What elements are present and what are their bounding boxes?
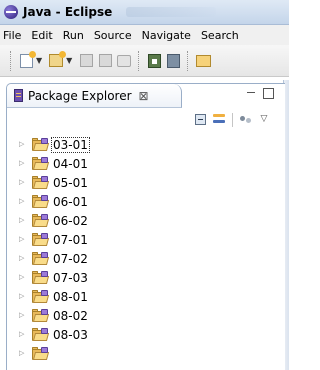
project-folder-icon xyxy=(32,233,50,247)
view-menu-icon: ▽ xyxy=(260,114,268,124)
project-folder-icon xyxy=(32,157,50,171)
menu-file[interactable]: File xyxy=(0,29,26,42)
new-package-dropdown-icon[interactable]: ▼ xyxy=(66,56,72,65)
project-folder-icon xyxy=(32,271,50,285)
save-all-icon xyxy=(98,54,112,67)
expand-icon[interactable]: ▷ xyxy=(19,349,27,357)
project-folder-icon xyxy=(32,252,50,266)
new-package-button[interactable] xyxy=(47,51,67,70)
new-button[interactable] xyxy=(17,50,36,70)
toolbar-grip-2[interactable] xyxy=(138,50,141,71)
title-bar: Java - Eclipse xyxy=(0,0,289,25)
tab-label: Package Explorer xyxy=(28,88,132,103)
tree-item-label: 05-01 xyxy=(53,176,88,190)
close-icon[interactable]: ⊠ xyxy=(139,90,149,102)
maximize-button[interactable] xyxy=(263,88,274,99)
tree-item-label: 08-02 xyxy=(53,309,88,323)
tree-item-label: 08-01 xyxy=(53,290,88,304)
link-icon xyxy=(212,113,226,125)
download-icon xyxy=(147,53,161,68)
new-package-icon xyxy=(49,51,67,67)
tree-item-label: 08-03 xyxy=(53,328,88,342)
print-icon xyxy=(117,54,132,67)
project-folder-icon xyxy=(32,347,50,361)
print-button[interactable] xyxy=(115,52,133,70)
main-toolbar: ▼ ▼ xyxy=(0,45,289,77)
open-folder-button[interactable] xyxy=(194,52,212,70)
menu-bar: File Edit Run Source Navigate Search xyxy=(0,25,289,45)
link-with-editor-button[interactable] xyxy=(212,112,226,126)
server-button[interactable] xyxy=(164,52,182,70)
expand-icon[interactable]: ▷ xyxy=(19,235,27,243)
tree-item-label: 07-02 xyxy=(53,252,88,266)
collapse-all-button[interactable] xyxy=(193,112,207,126)
expand-icon[interactable]: ▷ xyxy=(19,216,27,224)
tree-item-label: 04-01 xyxy=(53,157,88,171)
save-all-button[interactable] xyxy=(96,52,114,70)
project-folder-icon xyxy=(32,138,50,152)
package-explorer-icon xyxy=(14,89,23,102)
project-folder-icon xyxy=(32,328,50,342)
save-button[interactable] xyxy=(77,52,95,70)
title-blur xyxy=(126,7,217,17)
expand-icon[interactable]: ▷ xyxy=(19,311,27,319)
filter-icon xyxy=(240,114,252,125)
menu-source[interactable]: Source xyxy=(89,29,137,42)
tree-item-label: 07-03 xyxy=(53,271,88,285)
project-folder-icon xyxy=(32,176,50,190)
project-folder-icon xyxy=(32,290,50,304)
menu-search[interactable]: Search xyxy=(196,29,244,42)
expand-icon[interactable]: ▷ xyxy=(19,159,27,167)
menu-navigate[interactable]: Navigate xyxy=(137,29,196,42)
project-folder-icon xyxy=(32,195,50,209)
package-explorer-panel: Package Explorer ⊠ ▽ ▷ 03-01 ▷ 04-01 ▷ 0… xyxy=(6,83,285,370)
view-toolbar: ▽ xyxy=(7,109,285,131)
tree-item-label: 07-01 xyxy=(53,233,88,247)
expand-icon[interactable]: ▷ xyxy=(19,330,27,338)
menu-run[interactable]: Run xyxy=(58,29,89,42)
expand-icon[interactable]: ▷ xyxy=(19,140,27,148)
expand-icon[interactable]: ▷ xyxy=(19,197,27,205)
tab-package-explorer[interactable]: Package Explorer ⊠ xyxy=(7,84,182,108)
filter-button[interactable] xyxy=(239,112,253,126)
expand-icon[interactable]: ▷ xyxy=(19,292,27,300)
server-icon xyxy=(166,53,180,68)
window-title: Java - Eclipse xyxy=(23,5,113,19)
new-dropdown-icon[interactable]: ▼ xyxy=(36,56,42,65)
view-toolbar-separator xyxy=(232,113,233,127)
tree-item-label: 06-01 xyxy=(53,195,88,209)
download-button[interactable] xyxy=(145,52,163,70)
expand-icon[interactable]: ▷ xyxy=(19,273,27,281)
minimize-button[interactable] xyxy=(246,88,257,100)
folder-icon xyxy=(195,54,211,67)
expand-icon[interactable]: ▷ xyxy=(19,254,27,262)
eclipse-icon xyxy=(4,5,18,19)
view-menu-button[interactable]: ▽ xyxy=(257,112,271,126)
project-folder-icon xyxy=(32,309,50,323)
menu-edit[interactable]: Edit xyxy=(26,29,57,42)
toolbar-grip-3[interactable] xyxy=(187,50,190,71)
toolbar-grip[interactable] xyxy=(10,50,13,71)
collapse-all-icon xyxy=(194,113,206,125)
project-folder-icon xyxy=(32,214,50,228)
tree-item-label: 06-02 xyxy=(53,214,88,228)
tree-item-label: 03-01 xyxy=(51,137,90,153)
new-file-icon xyxy=(19,50,36,68)
save-icon xyxy=(79,54,93,67)
expand-icon[interactable]: ▷ xyxy=(19,178,27,186)
